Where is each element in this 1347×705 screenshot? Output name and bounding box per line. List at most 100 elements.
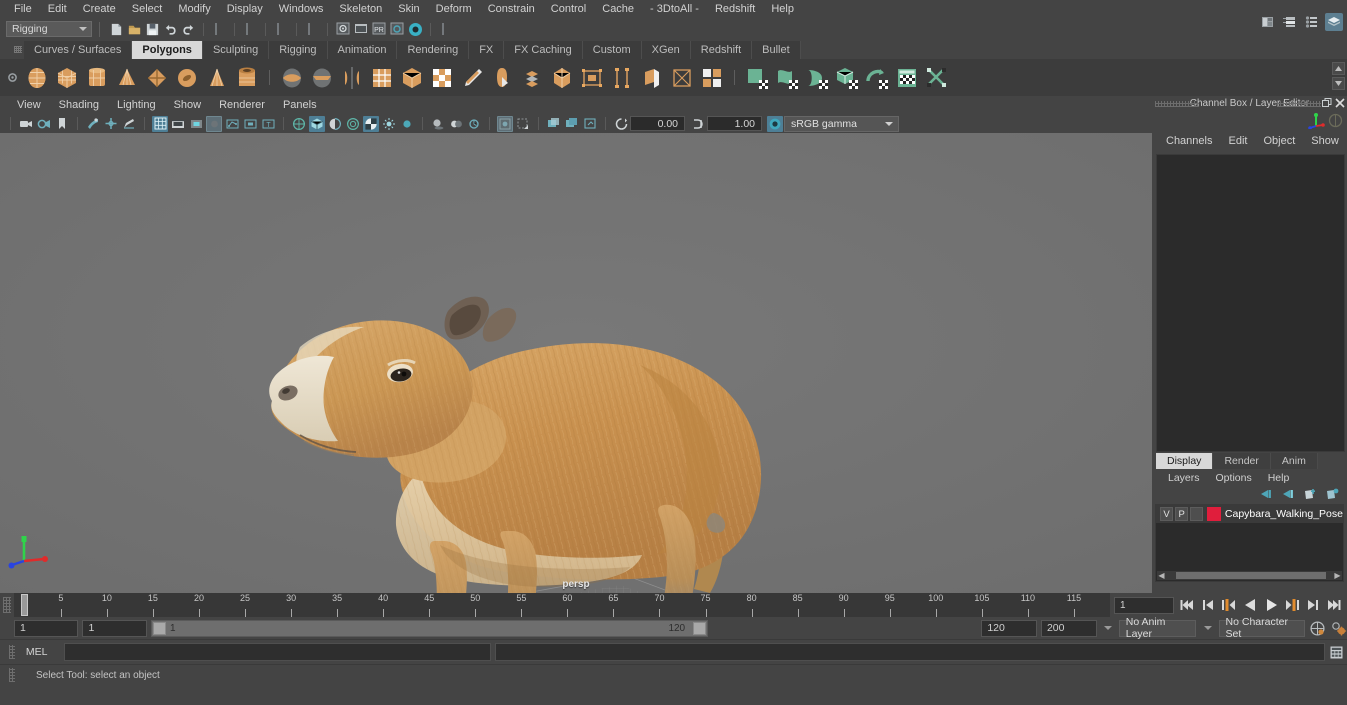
- save-scene-icon[interactable]: [143, 20, 161, 38]
- menu-help[interactable]: Help: [763, 0, 802, 18]
- select-by-hierarchy-icon[interactable]: [210, 20, 228, 38]
- menu-modify[interactable]: Modify: [170, 0, 218, 18]
- poly-separate-icon[interactable]: [307, 62, 337, 94]
- command-output-field[interactable]: [495, 643, 1326, 661]
- gamma-field[interactable]: 1.00: [707, 116, 762, 131]
- wireframe-shaded-icon[interactable]: [291, 116, 307, 132]
- grid-toggle-icon[interactable]: [152, 115, 168, 132]
- scrollbar-thumb[interactable]: [1176, 572, 1326, 579]
- animation-start-time-field[interactable]: 1: [14, 619, 79, 637]
- panel-menu-panels[interactable]: Panels: [274, 99, 326, 111]
- character-set-field[interactable]: No Character Set: [1218, 616, 1306, 640]
- snap-to-curve-icon[interactable]: [352, 20, 370, 38]
- gamma-icon[interactable]: [690, 116, 706, 132]
- time-slider-drag-handle[interactable]: [0, 593, 14, 617]
- menu-redshift[interactable]: Redshift: [707, 0, 763, 18]
- poly-bridge-icon[interactable]: [577, 62, 607, 94]
- shelf-drag-handle[interactable]: [12, 40, 24, 59]
- xray-mode-icon[interactable]: [363, 115, 379, 132]
- command-input-field[interactable]: [63, 643, 492, 661]
- step-back-key-button[interactable]: [1220, 595, 1238, 615]
- menu-edit[interactable]: Edit: [40, 0, 75, 18]
- playback-start-time-field[interactable]: 1: [82, 619, 147, 637]
- color-management-selector[interactable]: sRGB gamma: [784, 115, 899, 132]
- color-management-icon[interactable]: [767, 115, 783, 132]
- layer-horizontal-scrollbar[interactable]: ◀ ▶: [1157, 571, 1342, 580]
- panel-menu-view[interactable]: View: [8, 99, 50, 111]
- wireframe-on-shaded-icon[interactable]: [345, 116, 361, 132]
- shadows-icon[interactable]: [430, 116, 446, 132]
- panel-menu-renderer[interactable]: Renderer: [210, 99, 274, 111]
- playback-end-time-field[interactable]: 120: [981, 619, 1037, 637]
- character-set-dropdown-arrow[interactable]: [1200, 620, 1214, 637]
- panel-menu-show[interactable]: Show: [165, 99, 211, 111]
- isolate-select-icon[interactable]: [497, 115, 513, 132]
- channels-menu[interactable]: Channels: [1158, 135, 1220, 147]
- grab-color-icon[interactable]: [582, 116, 598, 132]
- exposure-icon[interactable]: [613, 116, 629, 132]
- viewport-snapshot-icon[interactable]: [546, 116, 562, 132]
- poly-prism-icon[interactable]: [202, 62, 232, 94]
- menu-deform[interactable]: Deform: [428, 0, 480, 18]
- layer-name[interactable]: Capybara_Walking_Pose: [1225, 508, 1343, 520]
- bookmark-icon[interactable]: [54, 116, 70, 132]
- snap-to-grid-icon[interactable]: [334, 20, 352, 38]
- channel-box-attribute-list[interactable]: [1156, 154, 1345, 452]
- new-scene-icon[interactable]: [107, 20, 125, 38]
- move-layer-down-icon[interactable]: [1281, 488, 1295, 503]
- options-menu[interactable]: Options: [1208, 472, 1260, 484]
- snap-to-point-icon[interactable]: PR: [370, 20, 388, 38]
- uv-planar-map-icon[interactable]: [772, 62, 802, 94]
- animation-end-time-field[interactable]: 200: [1040, 619, 1097, 637]
- scroll-left-icon[interactable]: ◀: [1157, 571, 1166, 580]
- shelf-tab-rendering[interactable]: Rendering: [397, 41, 470, 59]
- shelf-scroll-down-icon[interactable]: [1332, 77, 1345, 90]
- poly-combine-icon[interactable]: [277, 62, 307, 94]
- layer-visibility-toggle[interactable]: V: [1160, 507, 1174, 521]
- shelf-tab-rigging[interactable]: Rigging: [269, 41, 328, 59]
- menu-create[interactable]: Create: [75, 0, 124, 18]
- poly-cone-icon[interactable]: [112, 62, 142, 94]
- play-backwards-button[interactable]: [1241, 595, 1259, 615]
- redo-icon[interactable]: [179, 20, 197, 38]
- poly-pipe-icon[interactable]: [232, 62, 262, 94]
- menu-constrain[interactable]: Constrain: [480, 0, 543, 18]
- panel-drag-grip[interactable]: [1155, 100, 1199, 107]
- channel-box-layer-editor-icon[interactable]: [1325, 13, 1343, 31]
- select-mask-divider-icon[interactable]: [303, 20, 321, 38]
- shelf-tab-polygons[interactable]: Polygons: [132, 41, 203, 59]
- step-forward-frame-button[interactable]: [1304, 595, 1322, 615]
- menu-file[interactable]: File: [6, 0, 40, 18]
- edit-menu[interactable]: Edit: [1220, 135, 1255, 147]
- move-layer-up-icon[interactable]: [1259, 488, 1273, 503]
- shelf-tab-fx[interactable]: FX: [469, 41, 505, 59]
- two-d-pan-zoom-icon[interactable]: [103, 116, 119, 132]
- show-menu[interactable]: Show: [1303, 135, 1347, 147]
- rotate-ring-icon[interactable]: [1328, 113, 1343, 131]
- uv-unfold-icon[interactable]: [862, 62, 892, 94]
- render-view-icon[interactable]: [1259, 13, 1277, 31]
- go-to-end-button[interactable]: [1325, 595, 1343, 615]
- uv-editor-icon[interactable]: [742, 62, 772, 94]
- layer-state-toggle[interactable]: [1190, 507, 1204, 521]
- image-plane-icon[interactable]: [85, 116, 101, 132]
- new-layer-icon[interactable]: [1303, 488, 1317, 503]
- object-menu[interactable]: Object: [1255, 135, 1303, 147]
- time-slider[interactable]: 5 10 15 20 25 30 35 40 45 50 55 60 65 70 75 80 85 90 95 100…: [14, 593, 1110, 617]
- poly-cube-icon[interactable]: [52, 62, 82, 94]
- command-line-drag-handle[interactable]: [6, 641, 18, 663]
- poly-wedge-icon[interactable]: [607, 62, 637, 94]
- current-frame-field[interactable]: 1: [1114, 596, 1174, 614]
- resolution-gate-icon[interactable]: [188, 116, 204, 132]
- close-panel-icon[interactable]: [1335, 98, 1345, 108]
- play-forwards-button[interactable]: [1262, 595, 1280, 615]
- layers-menu[interactable]: Layers: [1160, 472, 1208, 484]
- menu-display[interactable]: Display: [219, 0, 271, 18]
- shelf-tab-custom[interactable]: Custom: [582, 41, 642, 59]
- uv-layout-icon[interactable]: [892, 62, 922, 94]
- timeline-playhead[interactable]: [21, 594, 28, 616]
- select-by-object-type-icon[interactable]: [241, 20, 259, 38]
- menu-3dtoall[interactable]: - 3DtoAll -: [642, 0, 707, 18]
- shelf-tab-fx-caching[interactable]: FX Caching: [504, 41, 583, 59]
- command-language-label[interactable]: MEL: [18, 646, 64, 658]
